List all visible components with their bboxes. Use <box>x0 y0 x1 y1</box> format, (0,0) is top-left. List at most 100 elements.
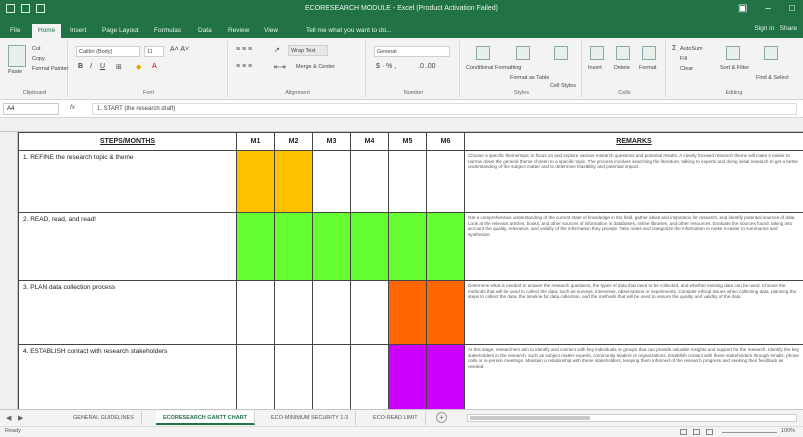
number-format-select[interactable]: General <box>374 46 450 57</box>
month-header[interactable]: M5 <box>388 132 427 151</box>
insert-cells-icon[interactable] <box>590 46 604 60</box>
sheet-nav-prev-icon[interactable]: ◀ <box>6 414 11 422</box>
ribbon-display-icon[interactable]: ▣ <box>738 3 747 14</box>
tab-view[interactable]: View <box>258 24 284 38</box>
month-cell[interactable] <box>388 212 427 281</box>
maximize-icon[interactable]: □ <box>789 3 795 14</box>
month-cell[interactable] <box>388 344 427 409</box>
remarks-cell[interactable]: Determine what is needed to answer the r… <box>464 280 803 345</box>
find-select-icon[interactable] <box>764 46 778 60</box>
format-table-button[interactable]: Format as Table <box>510 75 549 81</box>
sheet-tab-eco-minimum[interactable]: ECO-MINIMUM SECURITY 1-3 <box>264 411 357 425</box>
orientation-icon[interactable]: ↗ <box>274 46 280 54</box>
month-cell[interactable] <box>312 150 351 213</box>
remarks-header[interactable]: REMARKS <box>464 132 803 151</box>
tab-home[interactable]: Home <box>32 24 62 38</box>
sheet-tab-general-guidelines[interactable]: GENERAL GUIDELINES <box>66 411 142 425</box>
tab-data[interactable]: Data <box>192 24 218 38</box>
sheet-nav-next-icon[interactable]: ▶ <box>18 414 23 422</box>
month-header[interactable]: M6 <box>426 132 465 151</box>
page-break-view-icon[interactable] <box>706 429 713 435</box>
step-cell[interactable]: 3. PLAN data collection process <box>18 280 237 345</box>
cell-styles-button[interactable]: Cell Styles <box>550 83 576 89</box>
autosum-button[interactable]: AutoSum <box>680 46 703 52</box>
format-cells-icon[interactable] <box>642 46 656 60</box>
month-cell[interactable] <box>274 212 313 281</box>
month-cell[interactable] <box>426 150 465 213</box>
font-name-select[interactable]: Calibri (Body) <box>76 46 140 57</box>
step-cell[interactable]: 4. ESTABLISH contact with research stake… <box>18 344 237 409</box>
fill-color-icon[interactable]: ◆ <box>136 63 141 71</box>
zoom-level[interactable]: 100% <box>781 428 795 434</box>
month-cell[interactable] <box>350 212 389 281</box>
month-cell[interactable] <box>274 150 313 213</box>
italic-icon[interactable]: I <box>90 63 92 70</box>
horizontal-scrollbar[interactable] <box>467 414 797 422</box>
month-cell[interactable] <box>426 212 465 281</box>
steps-months-header[interactable]: STEPS/MONTHS <box>18 132 237 151</box>
conditional-formatting-icon[interactable] <box>476 46 490 60</box>
format-painter-button[interactable]: Format Painter <box>32 66 68 72</box>
sort-filter-icon[interactable] <box>726 46 740 60</box>
remarks-cell[interactable]: At this stage, researchers aim to identi… <box>464 344 803 409</box>
cut-button[interactable]: Cut <box>32 46 41 52</box>
month-cell[interactable] <box>312 344 351 409</box>
align-top-icon[interactable]: ≡ ≡ ≡ <box>236 46 252 53</box>
sign-in-link[interactable]: Sign in Share <box>754 25 797 32</box>
step-cell[interactable]: 2. READ, read, and read! <box>18 212 237 281</box>
format-table-icon[interactable] <box>516 46 530 60</box>
paste-button-label[interactable]: Paste <box>8 69 22 75</box>
month-cell[interactable] <box>236 344 275 409</box>
remarks-cell[interactable]: Choose a specific theme/topic to focus o… <box>464 150 803 213</box>
borders-icon[interactable]: ⊞ <box>116 63 122 71</box>
month-cell[interactable] <box>236 280 275 345</box>
month-header[interactable]: M1 <box>236 132 275 151</box>
zoom-slider[interactable] <box>722 432 777 433</box>
page-layout-view-icon[interactable] <box>693 429 700 435</box>
format-cells-button[interactable]: Format <box>639 65 656 71</box>
font-size-select[interactable]: 11 <box>144 46 164 57</box>
share-button[interactable]: Share <box>780 25 797 32</box>
month-cell[interactable] <box>350 150 389 213</box>
delete-cells-icon[interactable] <box>616 46 630 60</box>
formula-input[interactable]: 1. START (the research draft) <box>92 103 797 115</box>
fill-button[interactable]: Fill <box>680 56 687 62</box>
insert-cells-button[interactable]: Insert <box>588 65 602 71</box>
font-grow-icon[interactable]: A˄ A˅ <box>170 46 189 53</box>
indent-icon[interactable]: ⇤⇥ <box>274 63 286 71</box>
month-cell[interactable] <box>350 344 389 409</box>
wrap-text-button[interactable]: Wrap Text <box>288 45 328 56</box>
remarks-cell[interactable]: Get a comprehensive understanding of the… <box>464 212 803 281</box>
fx-icon[interactable]: fx <box>70 104 75 111</box>
sheet-tab-gantt-chart[interactable]: ECORESEARCH GANTT CHART <box>156 411 256 425</box>
decimal-icon[interactable]: .0 .00 <box>418 63 436 70</box>
conditional-formatting-button[interactable]: Conditional Formatting <box>466 65 521 71</box>
tab-insert[interactable]: Insert <box>64 24 92 38</box>
autosum-icon[interactable]: Σ <box>672 45 676 52</box>
month-header[interactable]: M3 <box>312 132 351 151</box>
paste-icon[interactable] <box>8 45 26 67</box>
font-color-icon[interactable]: A <box>152 63 157 70</box>
minimize-icon[interactable]: – <box>765 3 771 14</box>
scrollbar-thumb[interactable] <box>470 416 590 420</box>
month-cell[interactable] <box>350 280 389 345</box>
tab-review[interactable]: Review <box>222 24 255 38</box>
currency-icon[interactable]: $ · % , <box>376 63 396 70</box>
step-cell[interactable]: 1. REFINE the research topic & theme <box>18 150 237 213</box>
normal-view-icon[interactable] <box>680 429 687 435</box>
bold-icon[interactable]: B <box>78 63 83 70</box>
find-select-button[interactable]: Find & Select <box>756 75 789 81</box>
copy-button[interactable]: Copy <box>32 56 45 62</box>
add-sheet-button[interactable]: + <box>436 412 447 423</box>
month-cell[interactable] <box>274 344 313 409</box>
tab-page-layout[interactable]: Page Layout <box>96 24 145 38</box>
month-header[interactable]: M4 <box>350 132 389 151</box>
month-cell[interactable] <box>236 150 275 213</box>
month-cell[interactable] <box>236 212 275 281</box>
align-left-icon[interactable]: ≡ ≡ ≡ <box>236 63 252 70</box>
name-box[interactable]: A4 <box>3 103 59 115</box>
month-cell[interactable] <box>426 280 465 345</box>
sort-filter-button[interactable]: Sort & Filter <box>720 65 749 71</box>
cell-styles-icon[interactable] <box>554 46 568 60</box>
month-header[interactable]: M2 <box>274 132 313 151</box>
